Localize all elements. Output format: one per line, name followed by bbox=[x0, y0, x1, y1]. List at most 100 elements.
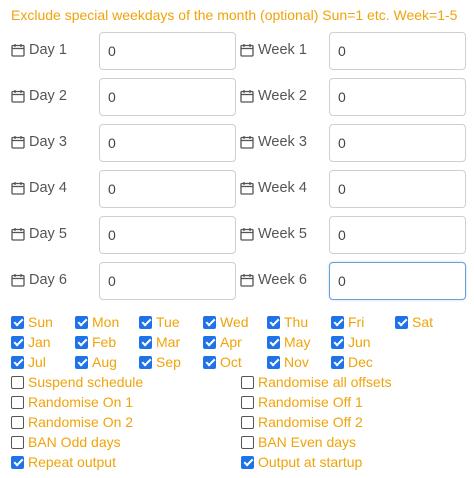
calendar-icon bbox=[240, 227, 258, 241]
day-3-input[interactable] bbox=[99, 124, 236, 162]
checkbox-checked-icon[interactable] bbox=[11, 355, 24, 369]
ban-even-days-checkbox[interactable]: BAN Even days bbox=[241, 434, 356, 450]
week-5-input[interactable] bbox=[329, 216, 466, 254]
day-2-input[interactable] bbox=[99, 78, 236, 116]
weekday-thu-checkbox[interactable]: Thu bbox=[267, 314, 308, 330]
month-jun-label: Jun bbox=[348, 334, 371, 350]
month-dec-label: Dec bbox=[348, 354, 373, 370]
randomise-all-offsets-label: Randomise all offsets bbox=[258, 374, 392, 390]
checkbox-checked-icon[interactable] bbox=[11, 455, 24, 469]
month-feb-checkbox[interactable]: Feb bbox=[75, 334, 116, 350]
suspend-schedule-checkbox[interactable]: Suspend schedule bbox=[11, 374, 143, 390]
month-jul-checkbox[interactable]: Jul bbox=[11, 354, 46, 370]
randomise-on-2-checkbox[interactable]: Randomise On 2 bbox=[11, 414, 133, 430]
checkbox-checked-icon[interactable] bbox=[331, 355, 344, 369]
weekday-mon-checkbox[interactable]: Mon bbox=[75, 314, 119, 330]
output-at-startup-checkbox[interactable]: Output at startup bbox=[241, 454, 362, 470]
weekday-wed-checkbox[interactable]: Wed bbox=[203, 314, 249, 330]
day-5-label: Day 5 bbox=[11, 226, 67, 242]
week-2-label: Week 2 bbox=[240, 88, 307, 104]
repeat-output-label: Repeat output bbox=[28, 454, 116, 470]
week-2-input[interactable] bbox=[329, 78, 466, 116]
month-mar-checkbox[interactable]: Mar bbox=[139, 334, 180, 350]
checkbox-checked-icon[interactable] bbox=[331, 335, 344, 349]
randomise-off-2-checkbox[interactable]: Randomise Off 2 bbox=[241, 414, 363, 430]
checkbox-unchecked-icon[interactable] bbox=[11, 435, 24, 449]
repeat-output-checkbox[interactable]: Repeat output bbox=[11, 454, 116, 470]
calendar-icon bbox=[240, 273, 258, 287]
week-4-input[interactable] bbox=[329, 170, 466, 208]
checkbox-checked-icon[interactable] bbox=[241, 455, 254, 469]
checkbox-unchecked-icon[interactable] bbox=[11, 415, 24, 429]
calendar-icon bbox=[240, 89, 258, 103]
checkbox-checked-icon[interactable] bbox=[75, 335, 88, 349]
calendar-icon bbox=[11, 135, 29, 149]
month-jan-checkbox[interactable]: Jan bbox=[11, 334, 51, 350]
month-apr-label: Apr bbox=[220, 334, 242, 350]
week-6-label: Week 6 bbox=[240, 272, 307, 288]
week-1-label-text: Week 1 bbox=[258, 42, 307, 58]
month-nov-checkbox[interactable]: Nov bbox=[267, 354, 309, 370]
weekday-sun-label: Sun bbox=[28, 314, 53, 330]
month-may-checkbox[interactable]: May bbox=[267, 334, 310, 350]
weekday-sat-checkbox[interactable]: Sat bbox=[395, 314, 433, 330]
checkbox-unchecked-icon[interactable] bbox=[241, 415, 254, 429]
month-jun-checkbox[interactable]: Jun bbox=[331, 334, 371, 350]
day-1-input[interactable] bbox=[99, 32, 236, 70]
checkbox-checked-icon[interactable] bbox=[139, 335, 152, 349]
checkbox-checked-icon[interactable] bbox=[203, 315, 216, 329]
randomise-off-1-checkbox[interactable]: Randomise Off 1 bbox=[241, 394, 363, 410]
checkbox-checked-icon[interactable] bbox=[331, 315, 344, 329]
weekday-sun-checkbox[interactable]: Sun bbox=[11, 314, 53, 330]
month-dec-checkbox[interactable]: Dec bbox=[331, 354, 373, 370]
randomise-on-1-label: Randomise On 1 bbox=[28, 394, 134, 410]
month-apr-checkbox[interactable]: Apr bbox=[203, 334, 242, 350]
checkbox-checked-icon[interactable] bbox=[75, 315, 88, 329]
checkbox-checked-icon[interactable] bbox=[203, 355, 216, 369]
month-jul-label: Jul bbox=[28, 354, 46, 370]
weekday-fri-checkbox[interactable]: Fri bbox=[331, 314, 364, 330]
checkbox-checked-icon[interactable] bbox=[267, 355, 280, 369]
month-oct-checkbox[interactable]: Oct bbox=[203, 354, 242, 370]
checkbox-checked-icon[interactable] bbox=[11, 335, 24, 349]
day-4-input[interactable] bbox=[99, 170, 236, 208]
randomise-off-1-label: Randomise Off 1 bbox=[258, 394, 363, 410]
week-1-input[interactable] bbox=[329, 32, 466, 70]
checkbox-unchecked-icon[interactable] bbox=[11, 395, 24, 409]
checkbox-unchecked-icon[interactable] bbox=[241, 435, 254, 449]
calendar-icon bbox=[11, 89, 29, 103]
checkbox-checked-icon[interactable] bbox=[203, 335, 216, 349]
calendar-icon bbox=[11, 273, 29, 287]
week-1-label: Week 1 bbox=[240, 42, 307, 58]
checkbox-checked-icon[interactable] bbox=[139, 315, 152, 329]
checkbox-unchecked-icon[interactable] bbox=[241, 395, 254, 409]
checkbox-checked-icon[interactable] bbox=[139, 355, 152, 369]
day-5-input[interactable] bbox=[99, 216, 236, 254]
day-5-label-text: Day 5 bbox=[29, 226, 67, 242]
month-aug-checkbox[interactable]: Aug bbox=[75, 354, 117, 370]
month-sep-label: Sep bbox=[156, 354, 181, 370]
calendar-icon bbox=[240, 135, 258, 149]
week-6-input[interactable] bbox=[329, 262, 466, 300]
checkbox-checked-icon[interactable] bbox=[267, 315, 280, 329]
weekday-tue-checkbox[interactable]: Tue bbox=[139, 314, 180, 330]
ban-odd-days-checkbox[interactable]: BAN Odd days bbox=[11, 434, 121, 450]
checkbox-unchecked-icon[interactable] bbox=[11, 375, 24, 389]
weekday-wed-label: Wed bbox=[220, 314, 249, 330]
checkbox-checked-icon[interactable] bbox=[75, 355, 88, 369]
checkbox-checked-icon[interactable] bbox=[11, 315, 24, 329]
checkbox-checked-icon[interactable] bbox=[267, 335, 280, 349]
day-2-label: Day 2 bbox=[11, 88, 67, 104]
weekday-mon-label: Mon bbox=[92, 314, 120, 330]
suspend-schedule-label: Suspend schedule bbox=[28, 374, 144, 390]
week-3-input[interactable] bbox=[329, 124, 466, 162]
checkbox-unchecked-icon[interactable] bbox=[241, 375, 254, 389]
day-6-input[interactable] bbox=[99, 262, 236, 300]
randomise-on-2-label: Randomise On 2 bbox=[28, 414, 134, 430]
checkbox-checked-icon[interactable] bbox=[395, 315, 408, 329]
day-6-label: Day 6 bbox=[11, 272, 67, 288]
month-sep-checkbox[interactable]: Sep bbox=[139, 354, 181, 370]
randomise-all-offsets-checkbox[interactable]: Randomise all offsets bbox=[241, 374, 392, 390]
calendar-icon bbox=[11, 227, 29, 241]
randomise-on-1-checkbox[interactable]: Randomise On 1 bbox=[11, 394, 133, 410]
